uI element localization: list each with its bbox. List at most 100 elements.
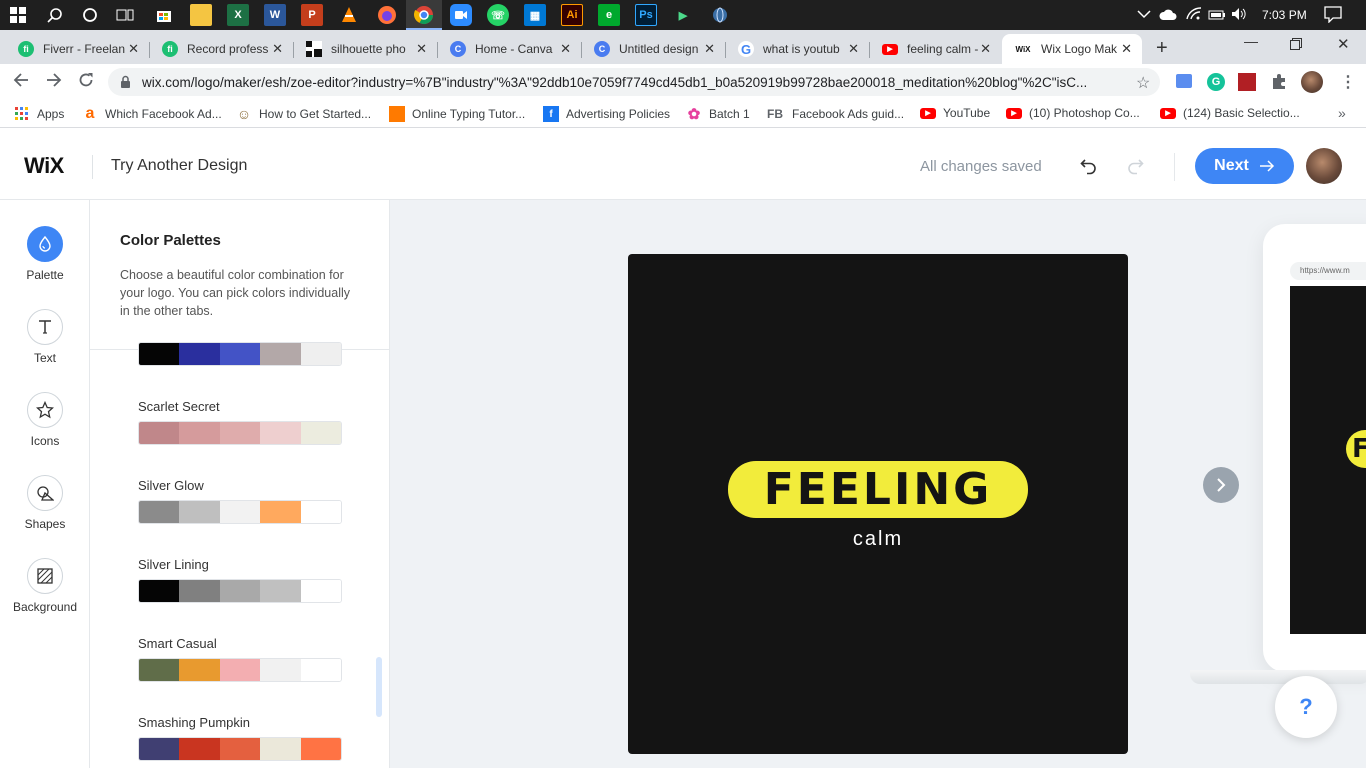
reload-icon[interactable] bbox=[78, 72, 94, 93]
close-icon[interactable]: ✕ bbox=[704, 41, 715, 57]
color-swatch[interactable] bbox=[260, 422, 301, 444]
color-swatch[interactable] bbox=[139, 343, 180, 365]
bookmark-batch-1[interactable]: ✿ Batch 1 bbox=[686, 106, 750, 123]
color-swatch[interactable] bbox=[260, 343, 301, 365]
start-icon[interactable] bbox=[7, 4, 29, 26]
rail-item-palette[interactable]: Palette bbox=[0, 226, 90, 282]
color-swatch[interactable] bbox=[179, 659, 220, 681]
notifications-icon[interactable] bbox=[1324, 6, 1342, 28]
palette-swatch-strip[interactable] bbox=[138, 658, 342, 682]
bookmark-photoshop-course[interactable]: ▶ (10) Photoshop Co... bbox=[1006, 106, 1140, 120]
photoshop-icon[interactable]: Ps bbox=[635, 4, 657, 26]
color-swatch[interactable] bbox=[260, 501, 301, 523]
color-swatch[interactable] bbox=[300, 501, 341, 523]
powerpoint-icon[interactable]: P bbox=[301, 4, 323, 26]
bookmark-how-to-get-started[interactable]: ☺ How to Get Started... bbox=[236, 106, 371, 122]
close-icon[interactable]: ✕ bbox=[560, 41, 571, 57]
extensions-puzzle-icon[interactable] bbox=[1270, 73, 1288, 96]
file-explorer-icon[interactable] bbox=[190, 4, 212, 26]
bookmark-apps[interactable]: Apps bbox=[14, 106, 64, 122]
bookmark-basic-selection[interactable]: ▶ (124) Basic Selectio... bbox=[1160, 106, 1300, 120]
extension-chart-icon[interactable] bbox=[1238, 73, 1256, 91]
new-tab-plus-icon[interactable]: + bbox=[1156, 37, 1168, 60]
color-swatch[interactable] bbox=[300, 659, 341, 681]
close-icon[interactable]: ✕ bbox=[980, 41, 991, 57]
tab-canva-untitled[interactable]: C Untitled design ✕ bbox=[582, 34, 725, 64]
media-icon[interactable]: ▶ bbox=[672, 4, 694, 26]
color-swatch[interactable] bbox=[219, 501, 261, 523]
lock-icon[interactable] bbox=[120, 75, 131, 94]
vlc-icon[interactable] bbox=[338, 4, 360, 26]
color-swatch[interactable] bbox=[179, 580, 220, 602]
store-icon[interactable] bbox=[153, 4, 175, 26]
zoom-icon[interactable] bbox=[450, 4, 472, 26]
color-swatch[interactable] bbox=[260, 659, 301, 681]
battery-icon[interactable] bbox=[1208, 8, 1226, 26]
tab-youtube[interactable]: ▶ feeling calm - ✕ bbox=[870, 34, 1001, 64]
minimize-icon[interactable]: — bbox=[1244, 33, 1258, 49]
palette-swatch-strip[interactable] bbox=[138, 421, 342, 445]
bookmark-youtube[interactable]: ▶ YouTube bbox=[920, 106, 990, 120]
cortana-icon[interactable] bbox=[79, 4, 101, 26]
wifi-icon[interactable] bbox=[1186, 7, 1202, 26]
undo-icon[interactable] bbox=[1080, 157, 1098, 180]
color-swatch[interactable] bbox=[179, 501, 220, 523]
carousel-next-button[interactable] bbox=[1203, 467, 1239, 503]
onedrive-cloud-icon[interactable] bbox=[1159, 8, 1177, 26]
panel-scrollbar[interactable] bbox=[376, 657, 382, 717]
try-another-design-link[interactable]: Try Another Design bbox=[111, 157, 247, 175]
color-swatch[interactable] bbox=[139, 738, 180, 760]
search-icon[interactable] bbox=[44, 4, 66, 26]
color-swatch[interactable] bbox=[179, 422, 220, 444]
illustrator-icon[interactable]: Ai bbox=[561, 4, 583, 26]
address-bar[interactable]: wix.com/logo/maker/esh/zoe-editor?indust… bbox=[108, 68, 1160, 96]
grammarly-icon[interactable]: G bbox=[1207, 73, 1225, 91]
rail-item-text[interactable]: Text bbox=[0, 309, 90, 365]
bookmark-star-icon[interactable]: ☆ bbox=[1136, 73, 1150, 93]
color-swatch[interactable] bbox=[139, 422, 180, 444]
restore-icon[interactable] bbox=[1290, 37, 1302, 55]
whatsapp-icon[interactable]: ☏ bbox=[487, 4, 509, 26]
color-swatch[interactable] bbox=[260, 580, 301, 602]
color-swatch[interactable] bbox=[300, 422, 341, 444]
color-swatch[interactable] bbox=[179, 343, 220, 365]
tab-canva-home[interactable]: C Home - Canva ✕ bbox=[438, 34, 581, 64]
globe-icon[interactable] bbox=[709, 4, 731, 26]
palette-swatch-strip-partial[interactable] bbox=[138, 342, 342, 366]
palette-swatch-strip[interactable] bbox=[138, 737, 342, 761]
close-icon[interactable]: ✕ bbox=[1121, 41, 1132, 57]
menu-dots-icon[interactable]: ⋮ bbox=[1340, 72, 1356, 92]
color-swatch[interactable] bbox=[139, 659, 180, 681]
color-swatch[interactable] bbox=[179, 738, 220, 760]
firefox-icon[interactable] bbox=[376, 4, 398, 26]
volume-icon[interactable] bbox=[1231, 7, 1247, 26]
color-swatch[interactable] bbox=[219, 422, 261, 444]
rail-item-background[interactable]: Background bbox=[0, 558, 90, 614]
close-window-icon[interactable]: ✕ bbox=[1337, 35, 1350, 53]
bookmark-online-typing-tutor[interactable]: Online Typing Tutor... bbox=[389, 106, 525, 122]
color-swatch[interactable] bbox=[219, 659, 261, 681]
tray-chevron-up-icon[interactable] bbox=[1137, 8, 1151, 23]
close-icon[interactable]: ✕ bbox=[272, 41, 283, 57]
bookmark-advertising-policies[interactable]: f Advertising Policies bbox=[543, 106, 670, 122]
close-icon[interactable]: ✕ bbox=[848, 41, 859, 57]
color-swatch[interactable] bbox=[260, 738, 301, 760]
user-avatar[interactable] bbox=[1306, 148, 1342, 184]
rail-item-icons[interactable]: Icons bbox=[0, 392, 90, 448]
close-icon[interactable]: ✕ bbox=[416, 41, 427, 57]
back-arrow-icon[interactable] bbox=[13, 72, 29, 93]
more-bookmarks-chevron-icon[interactable]: » bbox=[1338, 105, 1346, 121]
profile-avatar[interactable] bbox=[1301, 71, 1323, 93]
bookmark-facebook-ads-guide[interactable]: FB Facebook Ads guid... bbox=[765, 106, 904, 122]
evernote-icon[interactable]: e bbox=[598, 4, 620, 26]
task-view-icon[interactable] bbox=[114, 4, 136, 26]
forward-arrow-icon[interactable] bbox=[46, 72, 62, 93]
chrome-icon[interactable] bbox=[413, 4, 435, 26]
palette-swatch-strip[interactable] bbox=[138, 500, 342, 524]
color-swatch[interactable] bbox=[300, 343, 341, 365]
color-swatch[interactable] bbox=[139, 580, 180, 602]
color-swatch[interactable] bbox=[139, 501, 180, 523]
tab-google-search[interactable]: G what is youtub ✕ bbox=[726, 34, 869, 64]
color-swatch[interactable] bbox=[219, 343, 261, 365]
extension-screen-icon[interactable] bbox=[1176, 74, 1192, 88]
